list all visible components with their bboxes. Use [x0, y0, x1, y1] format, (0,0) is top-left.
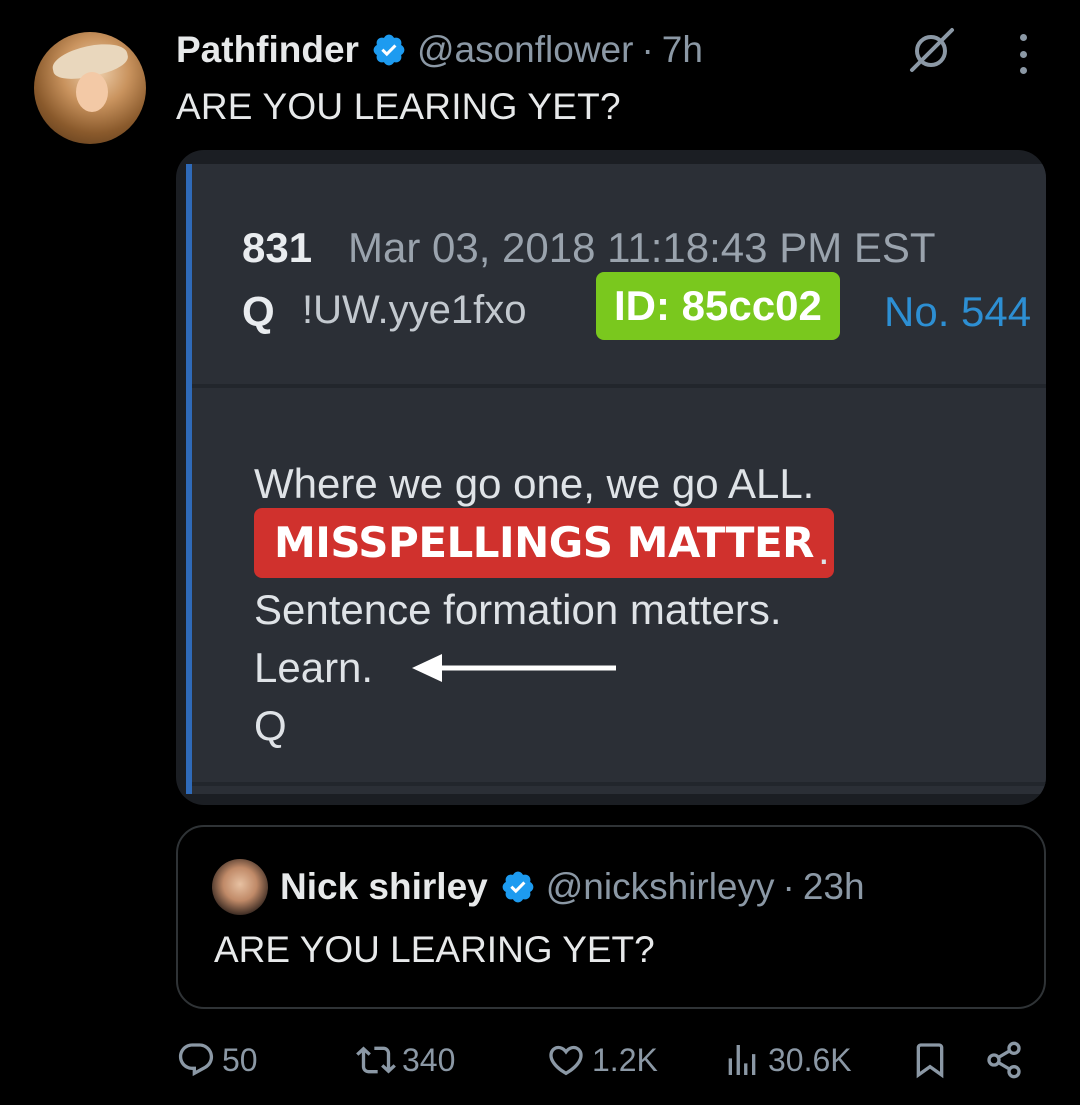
post-line: Where we go one, we go ALL.	[254, 460, 815, 507]
repost-count: 340	[402, 1041, 456, 1078]
post-line: Learn.	[254, 644, 374, 691]
like-icon	[549, 1045, 583, 1076]
card-divider	[192, 782, 1046, 786]
author-avatar[interactable]	[34, 32, 146, 144]
arrow-left-icon	[412, 654, 616, 682]
highlight-suffix: .	[818, 526, 830, 573]
poster-name: Q	[242, 288, 275, 335]
quoted-avatar[interactable]	[212, 859, 268, 915]
post-number: 831	[242, 224, 313, 271]
post-no: No. 544	[884, 288, 1032, 335]
repost-icon	[356, 1046, 396, 1074]
post-line: Sentence formation matters.	[254, 586, 782, 633]
share-icon	[987, 1041, 1021, 1079]
id-badge: ID: 85cc02	[596, 272, 840, 340]
verified-icon	[500, 869, 536, 905]
repost-button[interactable]: 340	[356, 1030, 455, 1090]
post-date: Mar 03, 2018 11:18:43 PM EST	[348, 224, 936, 271]
action-bar: 50 340 1.2K 30.6K	[176, 1030, 1046, 1090]
author-handle[interactable]: @asonflower	[417, 29, 634, 71]
reply-button[interactable]: 50	[176, 1030, 258, 1090]
quoted-handle: @nickshirleyy	[545, 866, 775, 907]
more-icon[interactable]	[1010, 34, 1036, 74]
bookmark-icon	[916, 1043, 944, 1079]
tripcode: !UW.yye1fxo	[302, 288, 527, 332]
reply-icon	[178, 1043, 214, 1077]
verified-icon[interactable]	[371, 32, 407, 68]
quoted-tweet[interactable]: Nick shirley @nickshirleyy · 23h ARE YOU…	[176, 825, 1046, 1009]
tweet-header: Pathfinder @asonflower · 7h	[176, 28, 703, 72]
tweet-time[interactable]: 7h	[662, 29, 703, 71]
views-button[interactable]: 30.6K	[722, 1030, 852, 1090]
tweet-media[interactable]: 831 Mar 03, 2018 11:18:43 PM EST Q !UW.y…	[176, 150, 1046, 805]
quoted-author-name: Nick shirley	[280, 866, 488, 907]
separator: ·	[641, 29, 654, 70]
views-count: 30.6K	[768, 1041, 852, 1078]
quoted-text: ARE YOU LEARING YET?	[214, 929, 655, 970]
share-button[interactable]	[984, 1030, 1024, 1090]
bookmark-button[interactable]	[910, 1030, 950, 1090]
like-count: 1.2K	[592, 1041, 658, 1078]
tweet-text: ARE YOU LEARING YET?	[176, 86, 621, 127]
q-post-card: 831 Mar 03, 2018 11:18:43 PM EST Q !UW.y…	[186, 164, 1046, 794]
quoted-header: Nick shirley @nickshirleyy · 23h	[280, 863, 865, 911]
post-signature: Q	[254, 702, 287, 749]
card-divider	[192, 384, 1046, 388]
separator: ·	[782, 866, 795, 907]
author-name[interactable]: Pathfinder	[176, 29, 359, 71]
reply-count: 50	[222, 1041, 258, 1078]
views-icon	[728, 1045, 756, 1075]
misspellings-highlight: MISSPELLINGS MATTER	[254, 508, 834, 578]
like-button[interactable]: 1.2K	[546, 1030, 658, 1090]
grok-icon[interactable]	[906, 24, 956, 74]
quoted-time: 23h	[802, 866, 865, 907]
